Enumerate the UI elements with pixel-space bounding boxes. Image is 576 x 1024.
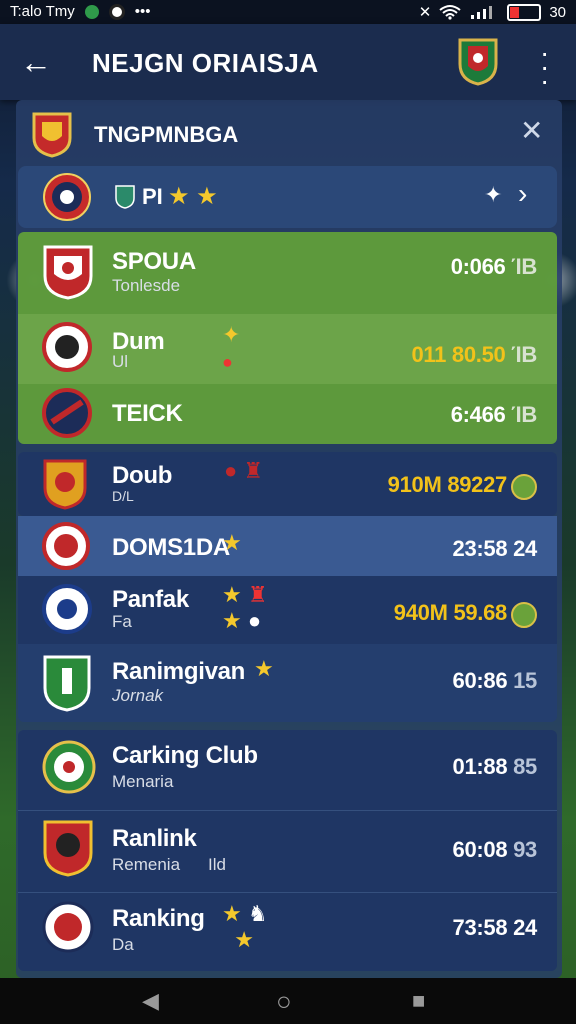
team-subtitle: Jornak (112, 686, 164, 705)
team-value: 60:08 93 (452, 837, 538, 862)
team-value: 60:86 15 (452, 668, 538, 693)
team-name: Ranimgivan (112, 658, 246, 685)
team-crest-icon (42, 740, 96, 794)
filter-row[interactable]: PI ★ ★ ✦ › (18, 166, 557, 228)
panel-header: TNGPMNBGA ✕ (16, 100, 562, 166)
page-title: NEJGN ORIAISJA (92, 48, 319, 78)
team-crest-icon (42, 522, 90, 570)
team-value: 940M 59.68 (393, 600, 508, 625)
team-row[interactable]: SPOUA Tonlesde 0:066 ΊΒ (18, 232, 557, 314)
battery-icon (507, 3, 542, 21)
team-row[interactable]: Panfak Fa ★ ♜ ★ ● 940M 59.68 (18, 576, 557, 644)
team-subtitle: Ul (112, 352, 129, 371)
coin-icon (511, 474, 537, 500)
overflow-menu-icon[interactable]: · · · (540, 39, 549, 95)
team-name: Doub (112, 462, 173, 489)
team-value: 0:066 ΊΒ (450, 254, 538, 279)
team-row[interactable]: TEICK 6:466 ΊΒ (18, 384, 557, 444)
recents-nav-icon[interactable]: ■ (412, 988, 425, 1014)
team-crest-icon (43, 173, 91, 221)
team-name: SPOUA (112, 248, 196, 275)
team-name: Ranking (112, 905, 205, 932)
team-value: 6:466 ΊΒ (450, 402, 538, 427)
team-subtitle-extra: Ild (208, 855, 226, 874)
back-arrow-icon[interactable]: ← (20, 46, 52, 78)
team-name: TEICK (112, 400, 183, 427)
club-crest-icon[interactable] (456, 36, 500, 86)
team-crest-icon (43, 245, 93, 300)
system-nav-bar: ◀ ○ ■ (0, 978, 576, 1024)
team-row[interactable]: Ranlink Remenia Ild 60:08 93 (18, 810, 557, 893)
record-icon (108, 3, 125, 20)
team-row[interactable]: Dum Ul ✦ ● 011 80.50 ΊΒ (18, 314, 557, 384)
team-subtitle: Menaria (112, 772, 174, 791)
team-row[interactable]: Carking Club Menaria 01:88 85 (18, 730, 557, 810)
team-row[interactable]: Ranimgivan Jornak ★ 60:86 15 (18, 644, 557, 722)
signal-icon (471, 6, 493, 19)
league-crest-icon (32, 112, 72, 158)
form-badge-icon: ● ♜ (224, 458, 264, 483)
home-nav-icon[interactable]: ○ (276, 986, 292, 1017)
team-subtitle: Da (112, 935, 134, 954)
panel-title: TNGPMNBGA (94, 122, 239, 147)
mute-icon: ✕ (418, 4, 432, 21)
star-icon: ★ (222, 530, 242, 555)
team-crest-icon (42, 322, 92, 372)
team-subtitle: D/L (112, 488, 134, 504)
standings-panel: TNGPMNBGA ✕ PI ★ ★ ✦ › SPOUA Tonlesde 0:… (16, 100, 562, 978)
team-row[interactable]: DOMS1DA ★ 23:58 24 (18, 516, 557, 576)
filter-label: PI (142, 184, 163, 209)
team-crest-icon (42, 901, 94, 953)
team-crest-icon (43, 655, 91, 712)
coin-icon (511, 602, 537, 628)
team-value: 011 80.50 ΊΒ (411, 342, 538, 367)
team-name: DOMS1DA (112, 534, 230, 561)
form-badge-icon: ★ ♜ ★ ● (222, 582, 268, 633)
form-badge-icon: ★ ♞ ★ (222, 901, 268, 952)
team-subtitle: Tonlesde (112, 276, 181, 295)
wifi-icon (439, 5, 461, 20)
more-notifications-icon: ••• (134, 3, 151, 20)
team-name: Carking Club (112, 742, 258, 769)
team-row[interactable]: Doub D/L ● ♜ 910M 89227 (18, 452, 557, 516)
team-subtitle: Fa (112, 612, 132, 631)
form-badge-icon: ✦ ● (222, 322, 241, 372)
team-value: 73:58 24 (452, 915, 538, 940)
team-value: 01:88 85 (452, 754, 538, 779)
rating-stars-icon: ★ ★ (168, 183, 218, 210)
team-crest-icon (42, 584, 92, 634)
mini-crest-icon (115, 185, 135, 209)
team-name: Panfak (112, 586, 189, 613)
team-subtitle: Remenia (112, 855, 181, 874)
battery-percent: 30 (549, 3, 566, 21)
team-crest-icon (42, 388, 92, 438)
team-name: Ranlink (112, 825, 197, 852)
star-icon: ★ (254, 656, 274, 681)
team-value: 23:58 24 (452, 536, 538, 561)
back-nav-icon[interactable]: ◀ (142, 988, 159, 1014)
team-row[interactable]: Ranking Da ★ ♞ ★ 73:58 24 (18, 892, 557, 971)
team-crest-icon (43, 459, 87, 510)
status-bar: T:alo Tmy ••• ✕ 30 (0, 0, 576, 24)
status-time: T:alo Tmy (10, 3, 75, 20)
app-bar: ← NEJGN ORIAISJA · · · (0, 24, 576, 100)
sparkle-icon[interactable]: ✦ (484, 182, 502, 208)
team-value: 910M 89227 (387, 472, 508, 497)
app-notification-icon (84, 4, 99, 19)
close-icon[interactable]: ✕ (520, 114, 543, 147)
team-crest-icon (43, 820, 93, 877)
chevron-right-icon[interactable]: › (518, 178, 527, 210)
